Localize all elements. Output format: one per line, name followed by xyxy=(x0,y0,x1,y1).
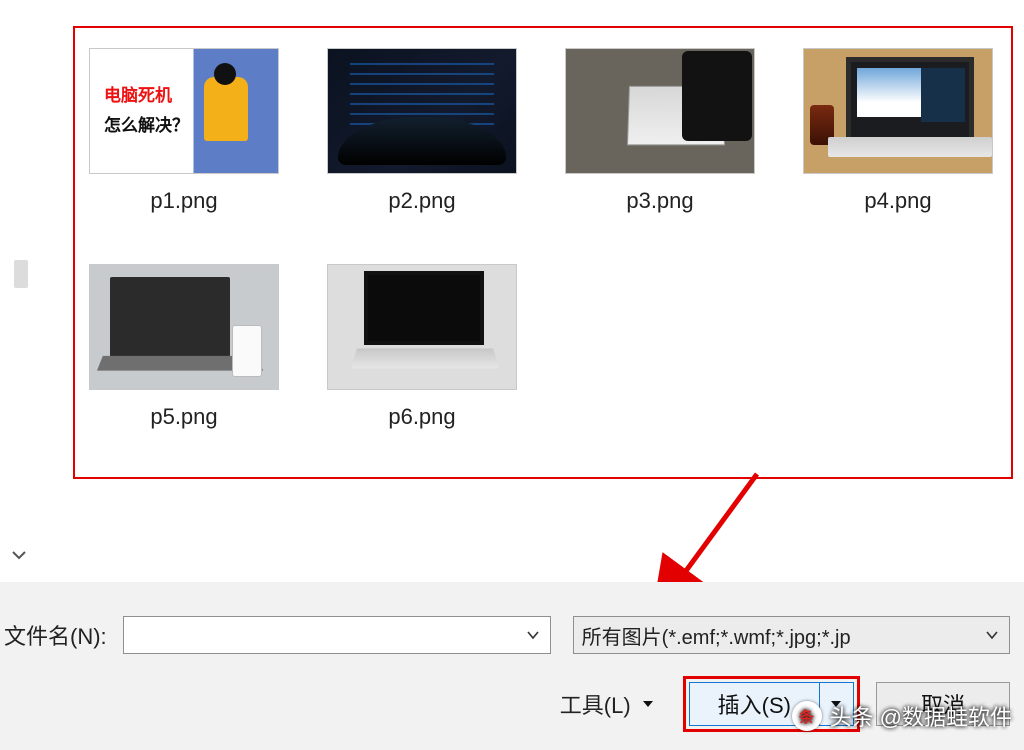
tools-menu-button[interactable]: 工具(L) xyxy=(560,688,655,720)
filename-combobox[interactable] xyxy=(123,616,551,654)
file-thumb-p3[interactable]: p3.png xyxy=(560,48,760,214)
chevron-down-icon[interactable] xyxy=(524,626,542,644)
file-thumb-p2[interactable]: p2.png xyxy=(322,48,522,214)
caret-down-icon xyxy=(641,697,655,711)
thumbnail-illustration xyxy=(204,77,248,141)
thumbnail-label: p4.png xyxy=(864,188,931,214)
thumbnail-grid: 电脑死机 怎么解决？ p1.png p2.png p3.png xyxy=(84,48,998,430)
thumbnail-image xyxy=(565,48,755,174)
file-thumb-p5[interactable]: p5.png xyxy=(84,264,284,430)
filetype-filter-value: 所有图片(*.emf;*.wmf;*.jpg;*.jp xyxy=(582,621,983,650)
watermark: 条 头条 @数据蛙软件 xyxy=(792,700,1012,732)
thumbnail-preview-text: 电脑死机 xyxy=(104,81,172,106)
thumbnail-image xyxy=(327,48,517,174)
filename-label: 文件名(N): xyxy=(4,619,107,651)
thumbnail-label: p1.png xyxy=(150,188,217,214)
scrollbar-thumb[interactable] xyxy=(14,260,28,288)
thumbnail-image xyxy=(89,264,279,390)
file-thumb-p1[interactable]: 电脑死机 怎么解决？ p1.png xyxy=(84,48,284,214)
thumbnail-image xyxy=(327,264,517,390)
watermark-text: 头条 @数据蛙软件 xyxy=(830,700,1012,732)
file-thumb-p6[interactable]: p6.png xyxy=(322,264,522,430)
watermark-badge-icon: 条 xyxy=(792,701,822,731)
thumbnail-label: p5.png xyxy=(150,404,217,430)
thumbnail-label: p2.png xyxy=(388,188,455,214)
left-gutter xyxy=(0,0,34,582)
chevron-down-icon[interactable] xyxy=(8,544,30,566)
thumbnail-preview-text: 怎么解决？ xyxy=(104,111,189,136)
filename-input[interactable] xyxy=(132,625,524,646)
chevron-down-icon[interactable] xyxy=(983,626,1001,644)
thumbnail-label: p6.png xyxy=(388,404,455,430)
file-thumb-p4[interactable]: p4.png xyxy=(798,48,998,214)
thumbnail-image: 电脑死机 怎么解决？ xyxy=(89,48,279,174)
tools-label: 工具(L) xyxy=(560,688,631,720)
thumbnail-image xyxy=(803,48,993,174)
thumbnail-label: p3.png xyxy=(626,188,693,214)
file-browser-pane: 电脑死机 怎么解决？ p1.png p2.png p3.png xyxy=(34,0,1024,582)
filetype-filter-select[interactable]: 所有图片(*.emf;*.wmf;*.jpg;*.jp xyxy=(573,616,1010,654)
